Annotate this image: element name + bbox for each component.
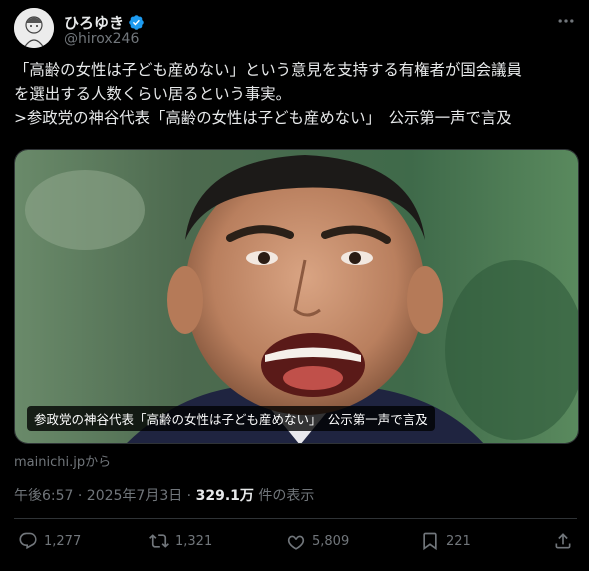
media-card[interactable]: 参政党の神谷代表「高齢の女性は子ども産めない」 公示第一声で言及 xyxy=(14,149,579,444)
timestamp[interactable]: 午後6:57 · 2025年7月3日 · xyxy=(14,488,196,504)
share-button[interactable] xyxy=(553,531,573,551)
bookmark-count: 221 xyxy=(446,533,471,549)
views-count: 329.1万 xyxy=(195,488,254,504)
avatar[interactable] xyxy=(14,8,54,48)
media-caption: 参政党の神谷代表「高齢の女性は子ども産めない」 公示第一声で言及 xyxy=(27,406,435,431)
action-bar: 1,277 1,321 5,809 221 xyxy=(14,531,577,557)
bookmark-icon xyxy=(423,532,437,551)
divider xyxy=(14,518,577,519)
like-count: 5,809 xyxy=(312,533,350,549)
user-handle[interactable]: @hirox246 xyxy=(64,31,139,47)
tweet-meta: 午後6:57 · 2025年7月3日 · 329.1万 件の表示 xyxy=(14,485,314,505)
news-photo-icon xyxy=(15,150,578,443)
avatar-illustration-icon xyxy=(14,8,54,48)
reply-icon xyxy=(19,532,37,550)
link-source[interactable]: mainichi.jpから xyxy=(14,451,111,470)
like-button[interactable]: 5,809 xyxy=(286,531,349,551)
share-icon xyxy=(555,533,571,549)
verified-badge-icon xyxy=(129,15,144,30)
heart-icon xyxy=(287,535,305,550)
retweet-icon xyxy=(149,534,169,548)
bookmark-button[interactable]: 221 xyxy=(420,531,471,551)
tweet-header: ひろゆき @hirox246 xyxy=(14,8,577,48)
name-row: ひろゆき xyxy=(64,12,145,33)
display-name[interactable]: ひろゆき xyxy=(64,12,124,33)
tweet-text: 「高齢の女性は子ども産めない」という意見を支持する有権者が国会議員 を選出する人… xyxy=(14,61,522,127)
more-dots-icon xyxy=(558,19,574,23)
more-options-button[interactable] xyxy=(555,10,577,32)
reply-button[interactable]: 1,277 xyxy=(18,531,81,551)
retweet-count: 1,321 xyxy=(175,533,213,549)
views-label: 件の表示 xyxy=(253,488,315,504)
reply-count: 1,277 xyxy=(44,533,82,549)
retweet-button[interactable]: 1,321 xyxy=(149,531,212,551)
